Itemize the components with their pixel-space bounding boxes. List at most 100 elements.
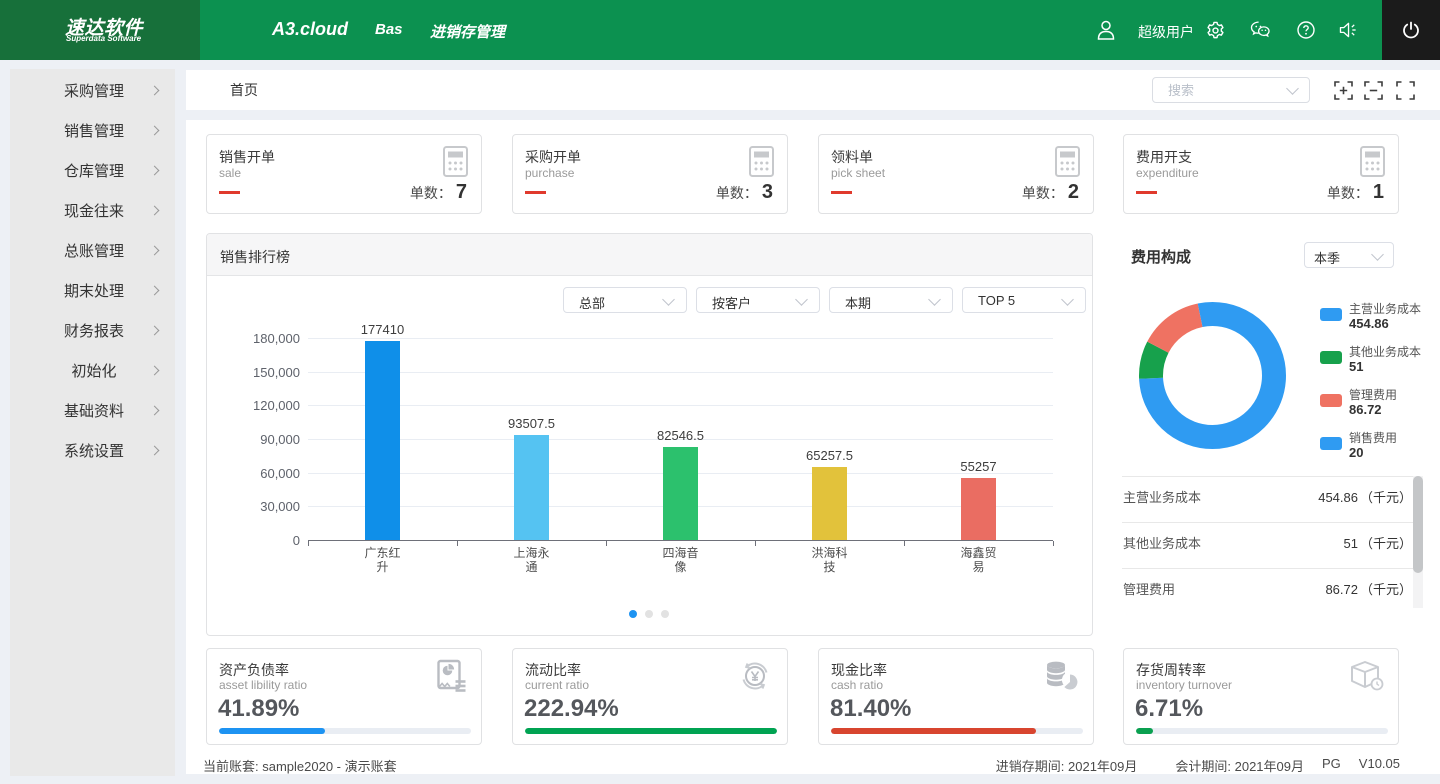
sidebar-item[interactable]: 基础资料 [10,390,175,430]
sidebar-item[interactable]: 财务报表 [10,310,175,350]
expense-row[interactable]: 管理费用86.72（千元） [1122,568,1413,614]
gridline [308,372,1053,373]
scrollbar-thumb[interactable] [1413,476,1423,573]
help-icon[interactable] [1297,0,1315,60]
sidebar-menu: 采购管理 销售管理 仓库管理 现金往来 总账管理 期末处理 财务报表 初始化 基… [10,69,175,776]
expense-row[interactable]: 主营业务成本454.86（千元） [1122,476,1413,522]
kpi-card[interactable]: 费用开支 expenditure 单数：1 [1123,134,1399,214]
logo: 速达软件 Superdata Software [0,0,200,60]
stat-progress-fill [831,728,1036,734]
speaker-icon[interactable] [1339,0,1359,60]
stat-progress-track [525,728,777,734]
search-input[interactable] [1153,78,1283,102]
sidebar-item[interactable]: 采购管理 [10,70,175,110]
stat-subtitle: current ratio [525,678,589,692]
chevron-down-icon [1371,248,1384,261]
stat-subtitle: inventory turnover [1136,678,1232,692]
legend-label: 销售费用 [1349,429,1397,446]
x-axis-line [308,540,1053,541]
chevron-right-icon [150,246,160,256]
legend-value: 51 [1349,359,1363,374]
sidebar-item-label: 期末处理 [40,280,148,301]
kpi-red-dash [525,191,546,194]
sidebar-item-label: 仓库管理 [40,160,148,181]
logout-power-button[interactable] [1382,0,1440,60]
kpi-red-dash [219,191,240,194]
legend-value: 454.86 [1349,316,1389,331]
stat-card[interactable]: 资产负债率 asset libility ratio 41.89% [206,648,482,745]
chart-filter-select[interactable]: 本期 [829,287,953,313]
legend-label: 管理费用 [1349,386,1397,403]
zoom-in-frame-icon[interactable] [1334,81,1353,100]
zoom-out-frame-icon[interactable] [1364,81,1383,100]
bar-上海永通[interactable] [514,435,549,540]
legend-item[interactable]: 销售费用20 [1320,429,1430,472]
kpi-card[interactable]: 领料单 pick sheet 单数：2 [818,134,1094,214]
stat-card[interactable]: 存货周转率 inventory turnover 6.71% [1123,648,1399,745]
kpi-subtitle: pick sheet [831,166,885,180]
legend-label: 主营业务成本 [1349,300,1421,317]
bar-四海音像[interactable] [663,447,698,539]
fullscreen-icon[interactable] [1396,81,1415,100]
kpi-title: 采购开单 [525,147,581,167]
kpi-card[interactable]: 销售开单 sale 单数：7 [206,134,482,214]
x-axis-tick [755,541,756,546]
stat-progress-fill [1136,728,1153,734]
calculator-icon [443,146,468,182]
chart-filter-select[interactable]: 总部 [563,287,687,313]
sidebar-item[interactable]: 销售管理 [10,110,175,150]
box-icon [1348,659,1384,698]
kpi-count-label: 单数： [1022,185,1064,201]
settings-gear-icon[interactable] [1206,0,1225,60]
gridline [308,338,1053,339]
kpi-count: 单数：2 [1022,181,1079,204]
edition-name: Bas [375,21,403,38]
stat-card[interactable]: 现金比率 cash ratio 81.40% [818,648,1094,745]
sidebar-item[interactable]: 初始化 [10,350,175,390]
bar-广东红升[interactable] [365,341,400,540]
stat-progress-track [219,728,471,734]
sidebar-item[interactable]: 系统设置 [10,430,175,470]
stat-subtitle: cash ratio [831,678,883,692]
bar-洪海科技[interactable] [812,467,847,540]
legend-item[interactable]: 其他业务成本51 [1320,343,1430,386]
user-icon[interactable] [1097,0,1115,60]
expense-period-value: 本季 [1314,248,1340,267]
sidebar-item[interactable]: 总账管理 [10,230,175,270]
kpi-subtitle: expenditure [1136,166,1199,180]
x-axis-category-label: 洪海科技 [785,546,875,574]
sidebar-item[interactable]: 期末处理 [10,270,175,310]
expense-row-label: 其他业务成本 [1123,533,1201,552]
sidebar-item[interactable]: 仓库管理 [10,150,175,190]
bar-海鑫贸易[interactable] [961,478,996,540]
wechat-icon[interactable] [1250,0,1271,60]
chart-filter-select[interactable]: TOP 5 [962,287,1086,313]
sidebar-item-label: 采购管理 [40,80,148,101]
stat-card[interactable]: 流动比率 current ratio 222.94% [512,648,788,745]
app-header: 速达软件 Superdata Software A3.cloud Bas 进销存… [0,0,1440,60]
pager-dot-active[interactable] [629,610,637,618]
legend-item[interactable]: 主营业务成本454.86 [1320,300,1430,343]
legend-item[interactable]: 管理费用86.72 [1320,386,1430,429]
expense-period-select[interactable]: 本季 [1304,242,1394,268]
expense-row[interactable]: 其他业务成本51（千元） [1122,522,1413,568]
kpi-card[interactable]: 采购开单 purchase 单数：3 [512,134,788,214]
bar-value-label: 177410 [338,322,428,337]
x-axis-tick [457,541,458,546]
current-user-label[interactable]: 超级用户 [1138,22,1194,42]
pager-dot[interactable] [661,610,669,618]
x-axis-tick [308,541,309,546]
chevron-right-icon [150,126,160,136]
sidebar-item[interactable]: 现金往来 [10,190,175,230]
tab-bar: 首页 [186,70,1440,110]
stat-progress-fill [219,728,325,734]
footer-item: 进销存期间: 2021年09月 [996,756,1138,775]
chart-filter-select[interactable]: 按客户 [696,287,820,313]
chevron-down-icon[interactable] [1286,82,1299,95]
coins-icon [1043,659,1079,698]
kpi-subtitle: sale [219,166,241,180]
pager-dot[interactable] [645,610,653,618]
module-name[interactable]: 进销存管理 [430,21,505,42]
stat-title: 资产负债率 [219,660,289,680]
tab-home[interactable]: 首页 [230,70,258,110]
